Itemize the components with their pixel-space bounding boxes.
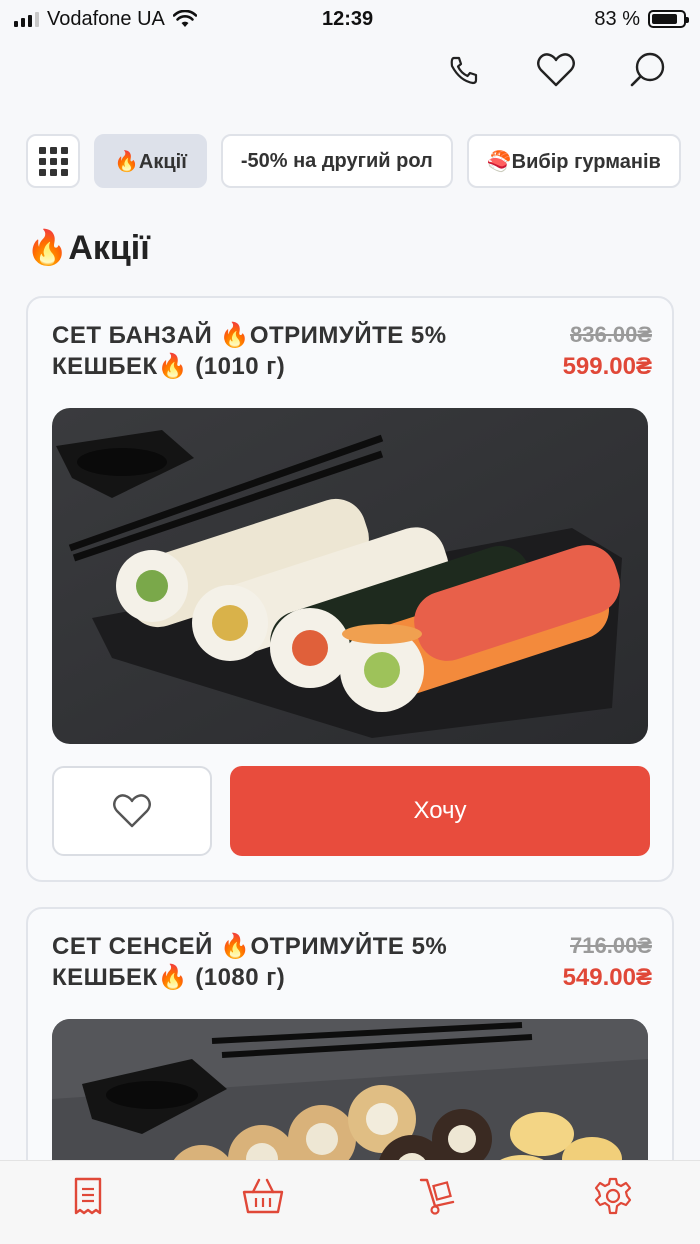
clock: 12:39: [322, 7, 374, 30]
phone-button[interactable]: [442, 48, 486, 92]
old-price: 836.00₴: [570, 322, 652, 347]
search-icon: [630, 52, 665, 87]
battery-icon: [648, 10, 689, 28]
new-price: 549.00₴: [562, 964, 652, 991]
menu-icon: [74, 1177, 101, 1214]
grid-icon: [38, 146, 68, 176]
carrier-name: Vodafone UA: [47, 7, 165, 30]
product-name: СЕТ СЕНСЕЙ 🔥ОТРИМУЙТЕ 5% КЕШБЕК🔥 (1080 г…: [52, 933, 448, 991]
search-button[interactable]: [626, 48, 670, 92]
favorites-button[interactable]: [534, 48, 578, 92]
category-chip-gourmet[interactable]: 🍣Вибір гурманів: [466, 134, 681, 188]
nav-delivery[interactable]: [408, 1166, 468, 1226]
new-price: 599.00₴: [562, 353, 652, 380]
product-image[interactable]: [52, 408, 648, 744]
category-chips: 🔥Акції -50% на другий рол 🍣Вибір гурмані…: [26, 134, 681, 188]
wifi-icon: [172, 10, 197, 27]
category-chip-promo[interactable]: 🔥Акції: [94, 134, 207, 188]
category-chip-half-price[interactable]: -50% на другий рол: [220, 134, 453, 188]
heart-icon: [113, 794, 151, 828]
nav-settings[interactable]: [583, 1166, 643, 1226]
nav-menu[interactable]: [58, 1166, 118, 1226]
basket-icon: [242, 1178, 283, 1213]
phone-icon: [450, 56, 478, 85]
bottom-navigation: [0, 1160, 700, 1244]
product-name: СЕТ БАНЗАЙ 🔥ОТРИМУЙТЕ 5% КЕШБЕК🔥 (1010 г…: [52, 322, 447, 380]
battery-percent: 83 %: [594, 7, 640, 30]
old-price: 716.00₴: [570, 933, 652, 958]
status-left: Vodafone UA: [14, 8, 197, 31]
delivery-cart-icon: [419, 1178, 454, 1215]
settings-icon: [594, 1177, 631, 1214]
heart-icon: [537, 53, 575, 87]
add-to-favorites-button[interactable]: [52, 766, 212, 856]
header-actions: [442, 48, 670, 92]
signal-icon: [14, 11, 39, 27]
categories-grid-button[interactable]: [26, 134, 80, 188]
product-card: СЕТ БАНЗАЙ 🔥ОТРИМУЙТЕ 5% КЕШБЕК🔥 (1010 г…: [26, 296, 674, 882]
section-title: 🔥Акції: [26, 229, 150, 267]
status-right: 83 %: [594, 7, 689, 31]
sushi-set-image: [52, 408, 648, 744]
want-button[interactable]: Хочу: [230, 766, 650, 856]
status-bar: Vodafone UA 12:39 83 %: [0, 0, 700, 38]
nav-basket[interactable]: [233, 1166, 293, 1226]
